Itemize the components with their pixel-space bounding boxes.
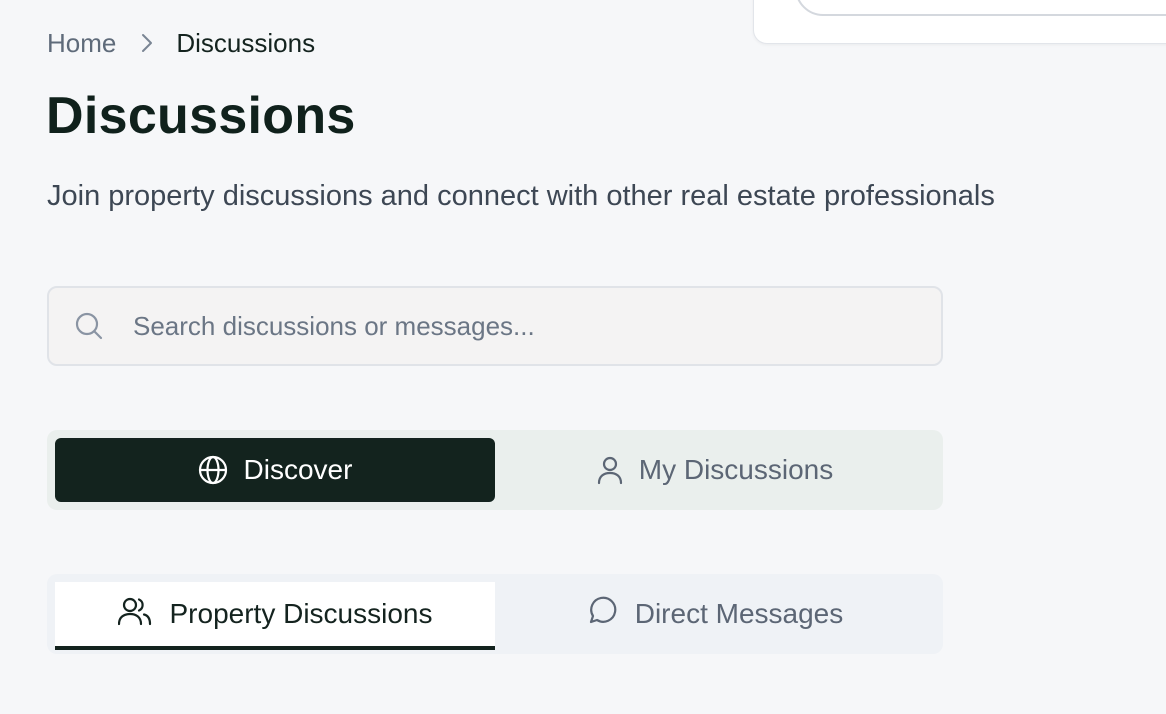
tab-property-discussions[interactable]: Property Discussions — [55, 582, 495, 650]
globe-icon — [198, 455, 228, 485]
tab-property-discussions-label: Property Discussions — [169, 598, 433, 629]
view-toggle: Discover My Discussions — [47, 430, 943, 510]
search-input[interactable] — [131, 305, 895, 347]
search-bar — [47, 286, 943, 366]
user-icon — [597, 455, 623, 485]
discover-button[interactable]: Discover — [55, 438, 495, 502]
breadcrumb-home-link[interactable]: Home — [47, 28, 116, 59]
breadcrumb: Home Discussions — [47, 26, 315, 60]
page-title: Discussions — [46, 87, 356, 145]
my-discussions-button[interactable]: My Discussions — [495, 438, 935, 502]
search-icon — [73, 310, 105, 342]
page-subtitle: Join property discussions and connect wi… — [47, 180, 995, 212]
breadcrumb-current: Discussions — [176, 27, 316, 58]
message-circle-icon — [587, 596, 617, 633]
chevron-right-icon — [140, 32, 154, 54]
tab-direct-messages-label: Direct Messages — [634, 598, 844, 629]
discussion-tabs: Property Discussions Direct Messages — [47, 574, 943, 654]
users-icon — [117, 596, 152, 633]
tab-direct-messages[interactable]: Direct Messages — [495, 580, 935, 648]
my-discussions-label: My Discussions — [638, 454, 834, 485]
discover-label: Discover — [243, 454, 353, 485]
header-input-outline — [795, 0, 1166, 16]
